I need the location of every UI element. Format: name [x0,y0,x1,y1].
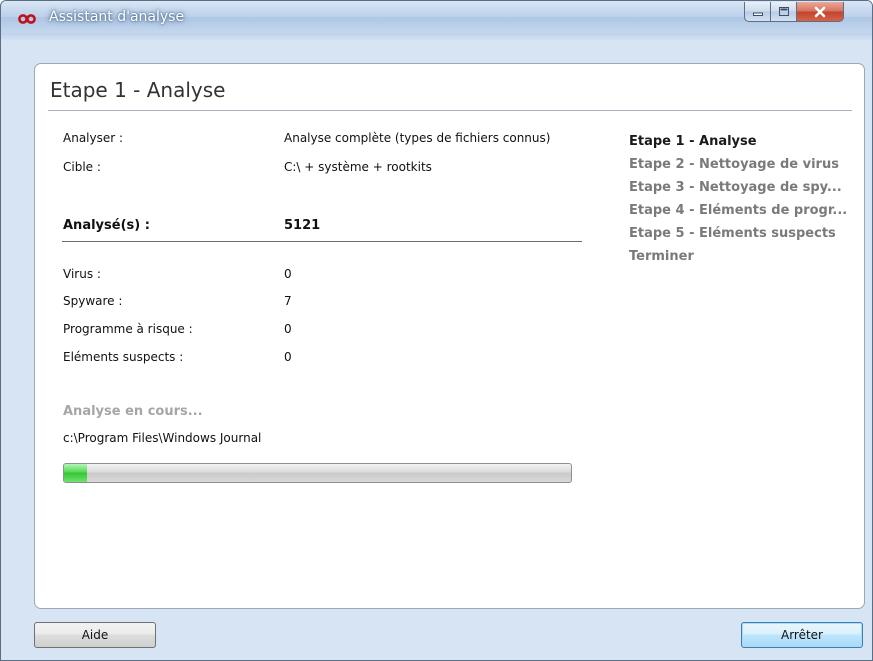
infinity-logo-icon [18,10,36,24]
scan-type-value: Analyse complète (types de fichiers conn… [284,131,551,145]
stop-button[interactable]: Arrêter [741,622,863,648]
scan-progress-fill [64,464,87,482]
step-item: Terminer [629,249,694,264]
close-button[interactable] [797,2,844,22]
step-item: Etape 1 - Analyse [629,134,757,149]
scan-status: Analyse en cours... [63,404,203,419]
scanned-count-value: 5121 [284,218,321,233]
content-panel: Etape 1 - Analyse Analyser : Analyse com… [34,63,865,609]
target-value: C:\ + système + rootkits [284,160,432,174]
minimize-icon [745,2,770,21]
virus-label: Virus : [63,267,101,281]
wizard-window: Assistant d'analyse Etape 1 - Analyse An… [0,0,873,661]
window-title: Assistant d'analyse [49,9,185,25]
risky-program-label: Programme à risque : [63,322,193,336]
spyware-label: Spyware : [63,294,123,308]
scanned-count-label: Analysé(s) : [63,218,150,233]
heading-divider [48,110,852,111]
virus-count: 0 [284,267,292,281]
suspect-items-label: Eléments suspects : [63,350,184,364]
suspect-items-count: 0 [284,350,292,364]
scan-progress-bar [63,463,572,483]
target-label: Cible : [63,160,101,174]
wizard-steps-list: Etape 1 - Analyse Etape 2 - Nettoyage de… [629,130,859,268]
scan-type-label: Analyser : [63,131,124,145]
count-divider [62,241,582,242]
spyware-count: 7 [284,294,292,308]
help-button[interactable]: Aide [34,622,156,648]
step-item: Etape 3 - Nettoyage de spy... [629,180,842,195]
step-item: Etape 5 - Eléments suspects [629,226,836,241]
risky-program-count: 0 [284,322,292,336]
step-item: Etape 4 - Eléments de progr... [629,203,848,218]
page-title: Etape 1 - Analyse [50,78,226,102]
minimize-button[interactable] [744,2,771,22]
close-icon [797,2,843,21]
maximize-button[interactable] [771,2,797,22]
title-bar[interactable]: Assistant d'analyse [1,1,872,33]
current-scan-path: c:\Program Files\Windows Journal [63,431,262,445]
maximize-icon [771,2,796,21]
step-item: Etape 2 - Nettoyage de virus [629,157,839,172]
